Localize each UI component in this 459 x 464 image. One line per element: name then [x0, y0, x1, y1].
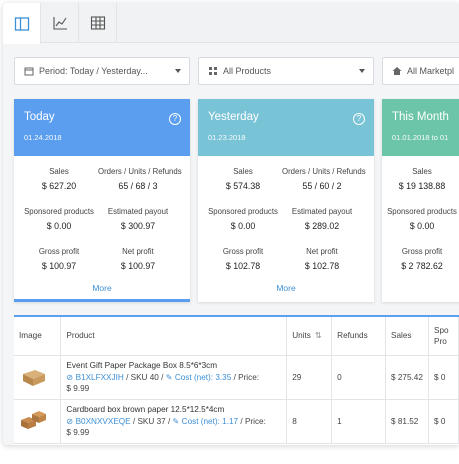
marketplaces-select[interactable]: All Marketpl	[382, 57, 459, 85]
card-date: 01.24.2018	[24, 133, 62, 142]
sponsored-cell: $ 0	[428, 399, 459, 444]
help-icon[interactable]: ?	[353, 113, 365, 125]
dashboard-panel: Period: Today / Yesterday... All Product…	[3, 3, 459, 445]
tab-chart-view[interactable]	[41, 3, 79, 43]
card-date: 01.01.2018 to 01	[392, 133, 449, 142]
column-header-image: Image	[14, 317, 62, 356]
column-header-sponsored[interactable]: Spo Pro	[428, 317, 459, 356]
stat-sponsored: Sponsored products $ 0.00	[387, 207, 457, 231]
table-row[interactable]: Event Gift Paper Package Box 8.5*6*3cm ⊘…	[14, 355, 459, 400]
table-row[interactable]: Cardboard box brown paper 12.5*12.5*4cm …	[14, 399, 459, 444]
product-price: $ 9.99	[66, 384, 90, 393]
product-asin-link[interactable]: B0XNXVXEQE	[76, 417, 131, 426]
product-details: ⊘ B0XNXVXEQE / SKU 37 / ✎ Cost (net): 1.…	[66, 417, 266, 426]
grid-icon	[90, 16, 105, 30]
stat-sales: Sales $ 627.20	[41, 167, 77, 191]
card-accent-bar	[14, 299, 190, 302]
product-price: $ 9.99	[66, 428, 90, 437]
stat-sponsored: Sponsored products $ 0.00	[208, 207, 278, 231]
product-name: Event Gift Paper Package Box 8.5*6*3cm	[66, 361, 218, 370]
stat-payout: Estimated payout $ 289.02	[291, 207, 353, 231]
grid-small-icon	[209, 67, 217, 75]
product-cost-link[interactable]: Cost (net): 1.17	[182, 417, 238, 426]
chevron-down-icon	[175, 69, 181, 73]
refunds-cell: 1	[331, 399, 387, 444]
stat-orders: Orders / Units / Refunds 65 / 68 / 3	[98, 167, 182, 191]
stat-sponsored: Sponsored products $ 0.00	[24, 207, 94, 231]
product-details: ⊘ B1XLFXXJIH / SKU 40 / ✎ Cost (net): 3.…	[66, 373, 260, 382]
card-title: Today	[24, 111, 55, 123]
product-asin-link[interactable]: B1XLFXXJIH	[76, 373, 124, 382]
units-cell: 29	[286, 355, 333, 400]
edit-cost-icon[interactable]: ✎	[173, 417, 180, 426]
column-header-sales[interactable]: Sales	[385, 317, 430, 356]
stat-gross-profit: Gross profit $ 102.78	[222, 247, 264, 271]
card-title: This Month	[392, 111, 449, 123]
link-icon: ⊘	[66, 373, 74, 382]
stat-net-profit: Net profit $ 102.78	[304, 247, 340, 271]
period-select-value: Period: Today / Yesterday...	[39, 66, 148, 76]
refunds-cell: 0	[331, 355, 387, 400]
sales-cell: $ 81.52	[385, 399, 430, 444]
tab-grid-view[interactable]	[79, 3, 117, 43]
home-icon	[392, 67, 402, 75]
table-header-row: Image Product Units ⇅ Refunds Sales Spo P…	[14, 317, 459, 356]
card-header: Yesterday 01.23.2018 ?	[198, 99, 374, 156]
more-link[interactable]: More	[198, 283, 374, 293]
view-tabbar	[3, 3, 459, 44]
sponsored-cell: $ 0	[428, 355, 459, 400]
product-box-image	[21, 411, 46, 429]
more-link[interactable]: More	[14, 283, 190, 293]
link-icon: ⊘	[66, 417, 74, 426]
product-image-cell	[14, 399, 62, 444]
sort-icon[interactable]: ⇅	[315, 331, 322, 340]
marketplaces-select-value: All Marketpl	[407, 66, 455, 76]
edit-cost-icon[interactable]: ✎	[166, 373, 173, 382]
products-table: Image Product Units ⇅ Refunds Sales Spo P…	[14, 317, 459, 444]
tab-summary-view[interactable]	[3, 3, 41, 44]
stat-orders: Orders / Units / Refunds 55 / 60 / 2	[282, 167, 366, 191]
stat-sales: Sales $ 19 138.88	[398, 167, 446, 191]
stat-net-profit: Net profit $ 100.97	[120, 247, 156, 271]
card-date: 01.23.2018	[208, 133, 246, 142]
product-name: Cardboard box brown paper 12.5*12.5*4cm	[66, 405, 225, 414]
stat-gross-profit: Gross profit $ 2 782.62	[401, 247, 443, 271]
card-title: Yesterday	[208, 111, 259, 123]
products-select-value: All Products	[223, 66, 272, 76]
help-icon[interactable]: ?	[169, 113, 181, 125]
summary-card-this-month: This Month 01.01.2018 to 01 Sales $ 19 13…	[382, 99, 459, 302]
column-header-refunds[interactable]: Refunds	[331, 317, 387, 356]
stat-gross-profit: Gross profit $ 100.97	[38, 247, 80, 271]
product-box-image	[23, 370, 45, 386]
product-image-cell	[14, 355, 62, 400]
sidebar-view-icon	[14, 16, 29, 31]
product-cost-link[interactable]: Cost (net): 3.35	[175, 373, 231, 382]
product-cell: Event Gift Paper Package Box 8.5*6*3cm ⊘…	[60, 355, 288, 400]
column-header-product: Product	[60, 317, 288, 356]
products-table-container: Image Product Units ⇅ Refunds Sales Spo P…	[14, 315, 459, 445]
stat-sales: Sales $ 574.38	[225, 167, 261, 191]
period-select[interactable]: Period: Today / Yesterday...	[14, 57, 190, 85]
units-cell: 8	[286, 399, 333, 444]
products-select[interactable]: All Products	[198, 57, 374, 85]
summary-card-today: Today 01.24.2018 ? Sales $ 627.20 Orders …	[14, 99, 190, 302]
calendar-icon	[24, 67, 34, 76]
sales-cell: $ 275.42	[385, 355, 430, 400]
card-header: Today 01.24.2018 ?	[14, 99, 190, 156]
product-cell: Cardboard box brown paper 12.5*12.5*4cm …	[60, 399, 288, 444]
chevron-down-icon	[359, 69, 365, 73]
chart-icon	[52, 17, 67, 30]
summary-card-yesterday: Yesterday 01.23.2018 ? Sales $ 574.38 Ord…	[198, 99, 374, 302]
stat-payout: Estimated payout $ 300.97	[107, 207, 169, 231]
card-header: This Month 01.01.2018 to 01	[382, 99, 459, 156]
column-header-units[interactable]: Units ⇅	[286, 317, 333, 356]
